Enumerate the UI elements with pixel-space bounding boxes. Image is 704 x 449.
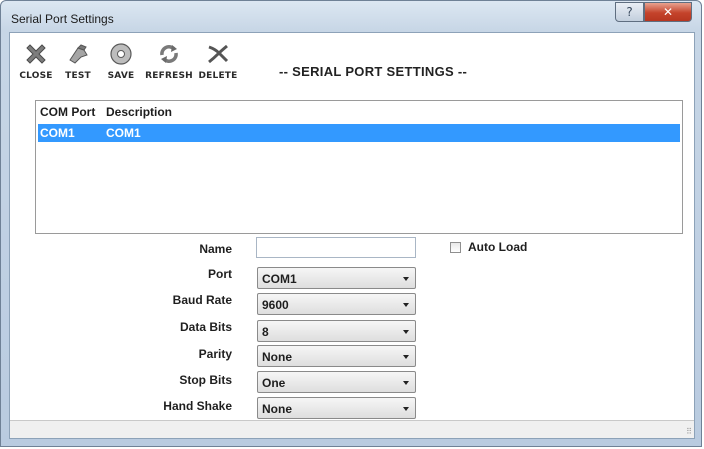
baud-rate-value: 9600 <box>262 298 289 312</box>
chevron-down-icon <box>403 303 409 307</box>
data-bits-select[interactable]: 8 <box>257 320 416 342</box>
close-button-label: CLOSE <box>19 71 53 81</box>
chevron-down-icon <box>403 330 409 334</box>
hand-shake-label: Hand Shake <box>163 399 232 413</box>
window-title: Serial Port Settings <box>11 12 114 26</box>
name-field[interactable] <box>256 237 416 258</box>
close-x-icon <box>26 44 46 64</box>
chevron-down-icon <box>403 355 409 359</box>
delete-icon <box>208 44 229 64</box>
close-button[interactable]: CLOSE <box>18 41 54 87</box>
list-header: COM Port Description <box>36 105 682 123</box>
port-select[interactable]: COM1 <box>257 267 416 289</box>
save-button-label: SAVE <box>107 71 135 81</box>
data-bits-value: 8 <box>262 325 269 339</box>
page-heading: -- SERIAL PORT SETTINGS -- <box>279 64 468 79</box>
resize-grip-icon[interactable]: ⠿ <box>686 427 692 436</box>
disk-icon <box>110 43 132 65</box>
table-row[interactable]: COM1 COM1 <box>38 124 680 142</box>
data-bits-label: Data Bits <box>179 320 232 334</box>
test-button[interactable]: TEST <box>60 41 96 87</box>
test-button-label: TEST <box>65 71 91 81</box>
hand-shake-select[interactable]: None <box>257 397 416 419</box>
test-probe-icon <box>69 44 88 64</box>
stop-bits-value: One <box>262 376 286 390</box>
delete-button-label: DELETE <box>198 71 238 81</box>
chevron-down-icon <box>403 277 409 281</box>
com-port-list[interactable]: COM Port Description COM1 COM1 <box>35 100 683 234</box>
auto-load-checkbox[interactable] <box>450 242 461 253</box>
port-value: COM1 <box>262 272 297 286</box>
save-button[interactable]: SAVE <box>103 41 139 87</box>
serial-port-settings-window: Serial Port Settings ? ✕ CLOSE TEST SAVE <box>0 0 702 447</box>
refresh-button-label: REFRESH <box>145 71 193 81</box>
cell-com-port: COM1 <box>40 126 75 140</box>
chevron-down-icon <box>403 381 409 385</box>
column-header-com-port[interactable]: COM Port <box>40 105 95 119</box>
window-close-button[interactable]: ✕ <box>644 2 692 22</box>
baud-rate-label: Baud Rate <box>172 293 232 307</box>
stop-bits-label: Stop Bits <box>179 373 232 387</box>
refresh-button[interactable]: REFRESH <box>144 41 194 87</box>
name-label: Name <box>199 242 232 256</box>
status-bar: ⠿ <box>10 420 694 438</box>
stop-bits-select[interactable]: One <box>257 371 416 393</box>
baud-rate-select[interactable]: 9600 <box>257 293 416 315</box>
parity-value: None <box>262 350 292 364</box>
help-button[interactable]: ? <box>615 2 644 22</box>
refresh-icon <box>160 45 178 63</box>
column-header-description[interactable]: Description <box>106 105 172 119</box>
title-bar[interactable]: Serial Port Settings ? ✕ <box>1 1 701 33</box>
parity-label: Parity <box>198 347 232 361</box>
delete-button[interactable]: DELETE <box>196 41 240 87</box>
hand-shake-value: None <box>262 402 292 416</box>
port-label: Port <box>208 267 232 281</box>
parity-select[interactable]: None <box>257 345 416 367</box>
client-area: CLOSE TEST SAVE REFRESH DELETE -- SERIAL… <box>9 32 695 439</box>
chevron-down-icon <box>403 407 409 411</box>
auto-load-label[interactable]: Auto Load <box>468 240 527 254</box>
cell-description: COM1 <box>106 126 141 140</box>
